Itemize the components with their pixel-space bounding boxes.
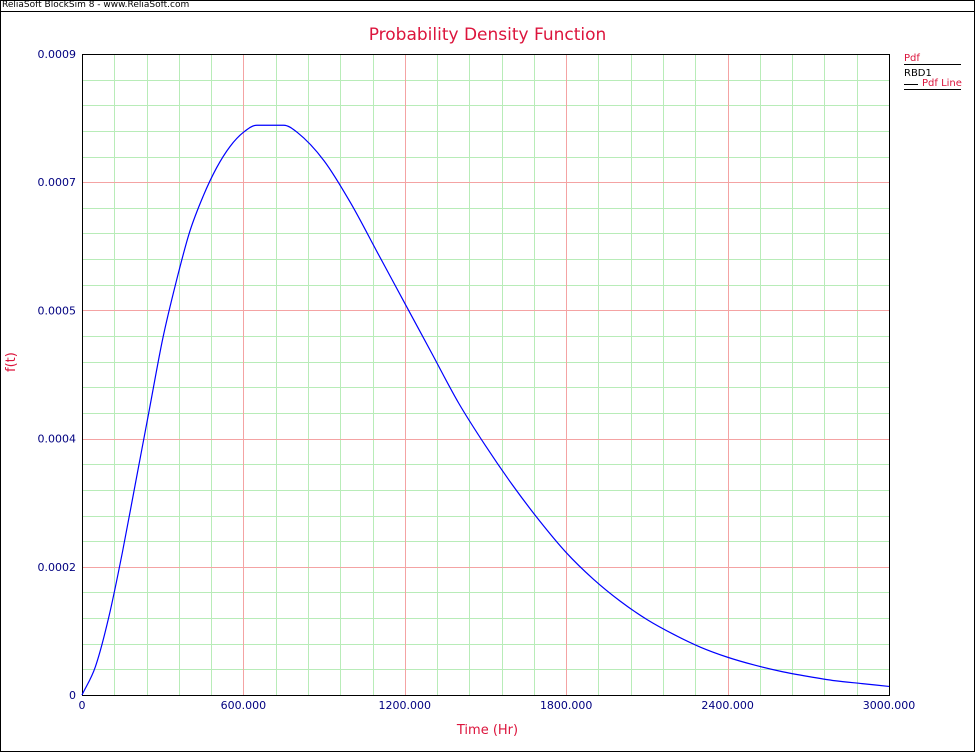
y-tick-labels: 0 0.0002 0.0004 0.0005 0.0007 0.0009 (38, 48, 77, 702)
y-tick-label: 0.0004 (38, 433, 77, 446)
y-tick-label: 0.0002 (38, 561, 77, 574)
major-grid (82, 54, 889, 695)
y-tick-label: 0.0009 (38, 48, 77, 61)
legend-header: Pdf (904, 53, 920, 64)
x-tick-label: 1200.000 (379, 699, 432, 712)
y-tick-label: 0.0007 (38, 176, 77, 189)
x-tick-label: 600.000 (221, 699, 267, 712)
x-tick-labels: 0 600.000 1200.000 1800.000 2400.000 3000.000 (79, 699, 916, 712)
x-tick-label: 3000.000 (863, 699, 916, 712)
x-tick-label: 1800.000 (540, 699, 593, 712)
y-tick-label: 0 (69, 689, 76, 702)
legend-line-swatch (904, 84, 918, 85)
legend-bottom-divider (904, 89, 961, 90)
x-tick-label: 2400.000 (701, 699, 754, 712)
pdf-curve[interactable] (81, 124, 890, 696)
plot-area[interactable]: 0 600.000 1200.000 1800.000 2400.000 3000.000… (0, 0, 975, 752)
legend-header-divider (904, 64, 961, 65)
legend-series-label[interactable]: Pdf Line (922, 78, 962, 89)
x-tick-label: 0 (79, 699, 86, 712)
y-tick-label: 0.0005 (38, 304, 77, 317)
plot-border (82, 54, 890, 696)
minor-grid (82, 54, 889, 695)
